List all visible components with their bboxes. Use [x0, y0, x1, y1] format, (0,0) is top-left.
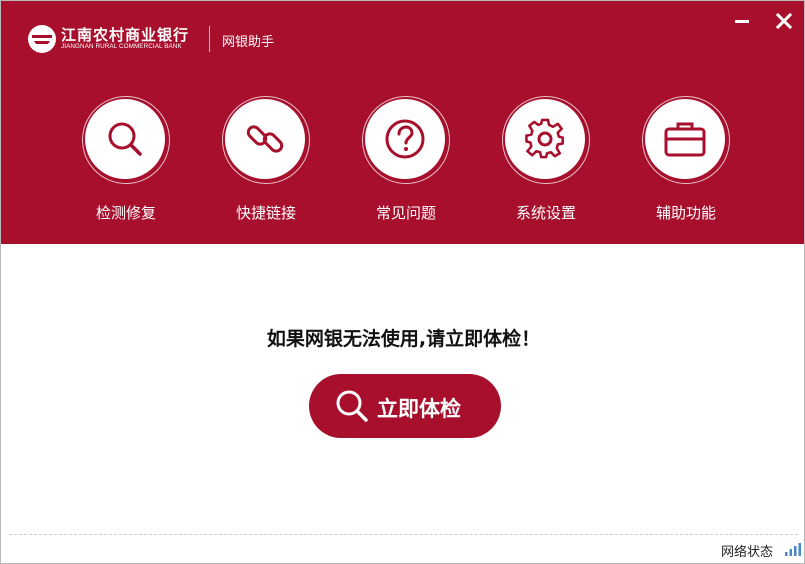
- feature-detect-repair[interactable]: 检测修复: [81, 96, 171, 226]
- close-button[interactable]: [771, 8, 797, 34]
- feature-icon-disc: [365, 99, 445, 179]
- close-icon: [775, 12, 793, 30]
- search-icon: [108, 122, 142, 156]
- feature-icon-disc: [505, 99, 585, 179]
- toolbox-icon: [664, 122, 706, 157]
- app-title: 网银助手: [222, 35, 275, 50]
- logo-divider: [209, 26, 210, 52]
- search-icon: [336, 390, 368, 422]
- footer-divider: [9, 534, 798, 535]
- network-status-label: 网络状态: [721, 545, 774, 560]
- gear-icon: [525, 118, 564, 159]
- feature-label: 辅助功能: [655, 204, 716, 222]
- link-icon: [246, 125, 284, 153]
- minimize-button[interactable]: [727, 10, 755, 32]
- logo-chinese-text: 江南农村商业银行: [61, 26, 190, 44]
- feature-label: 快捷链接: [235, 204, 296, 222]
- check-prompt: 如果网银无法使用,请立即体检！: [266, 328, 541, 350]
- feature-faq[interactable]: 常见问题: [361, 96, 451, 226]
- app-window: 江南农村商业银行 JIANGNAN RURAL COMMERCIAL BANK …: [0, 0, 805, 564]
- feature-assistant-tools[interactable]: 辅助功能: [641, 96, 731, 226]
- feature-label: 系统设置: [515, 204, 576, 222]
- question-icon: [385, 119, 425, 159]
- logo-english-text: JIANGNAN RURAL COMMERCIAL BANK: [61, 43, 182, 50]
- start-check-button[interactable]: 立即体检: [309, 374, 501, 438]
- feature-quick-links[interactable]: 快捷链接: [221, 96, 311, 226]
- bank-logo-mark-icon: [28, 25, 56, 53]
- signal-icon[interactable]: [784, 541, 802, 557]
- minimize-icon: [735, 20, 749, 23]
- feature-icon-disc: [85, 99, 165, 179]
- feature-label: 常见问题: [375, 204, 436, 222]
- feature-icon-disc: [645, 99, 725, 179]
- feature-icon-disc: [225, 99, 305, 179]
- header-banner: 江南农村商业银行 JIANGNAN RURAL COMMERCIAL BANK …: [1, 1, 804, 244]
- bank-logo: 江南农村商业银行 JIANGNAN RURAL COMMERCIAL BANK: [27, 23, 207, 55]
- feature-system-settings[interactable]: 系统设置: [501, 96, 591, 226]
- feature-label: 检测修复: [95, 204, 156, 222]
- start-check-label: 立即体检: [377, 397, 461, 421]
